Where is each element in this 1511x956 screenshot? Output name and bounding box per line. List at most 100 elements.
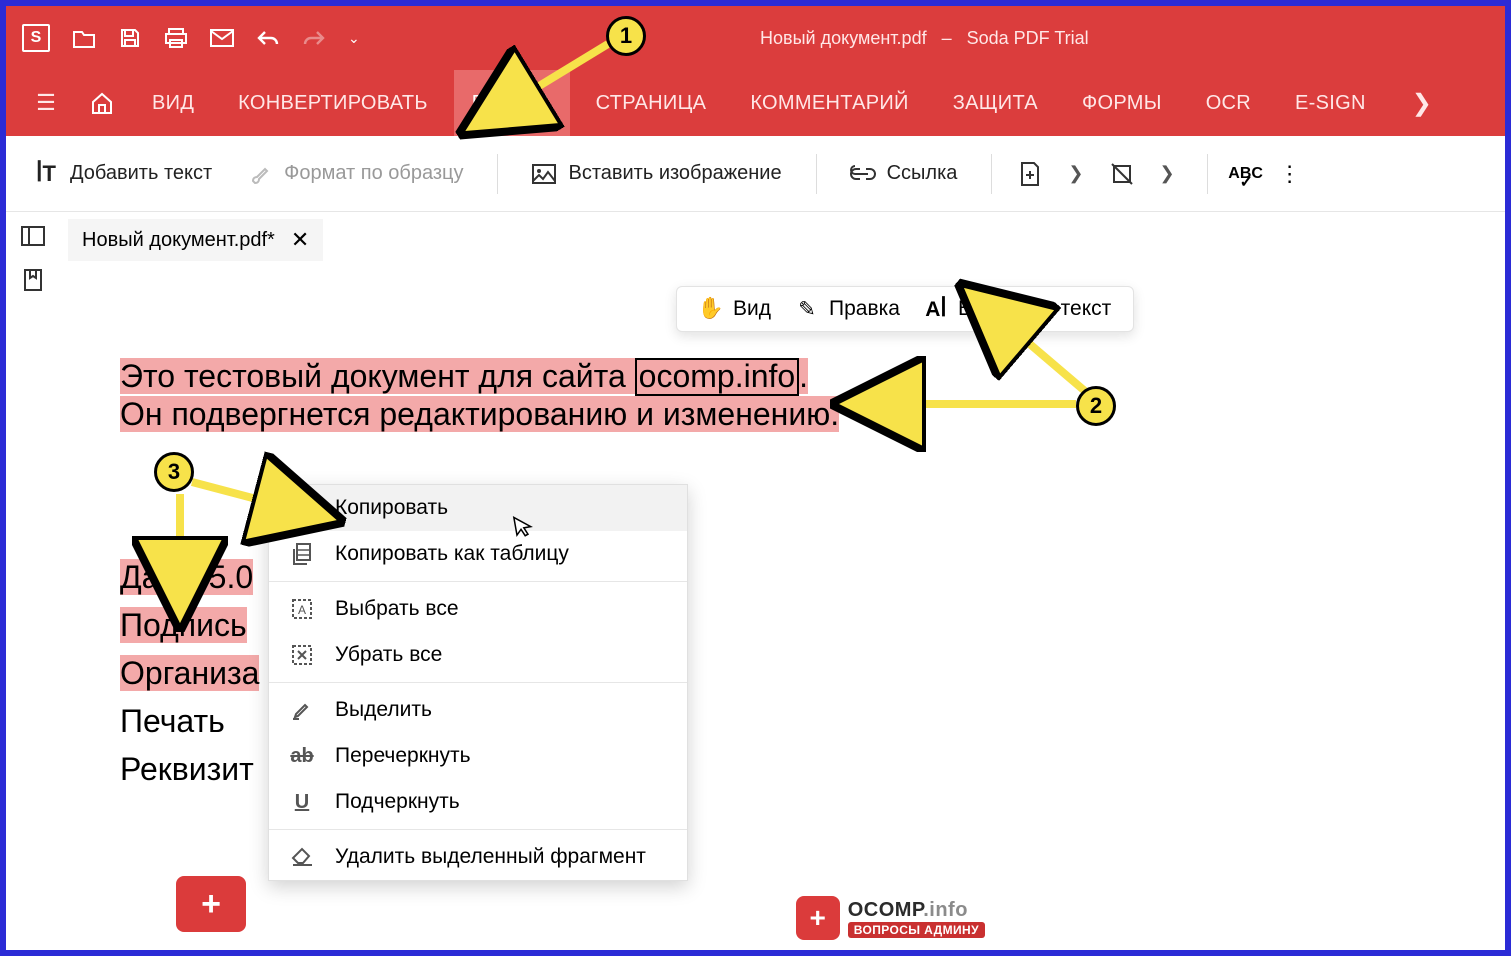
add-text-button[interactable]: ꟾT Добавить текст xyxy=(26,156,220,192)
divider xyxy=(991,154,992,194)
underline-icon: U xyxy=(289,789,315,815)
menu-secure[interactable]: ЗАЩИТА xyxy=(935,70,1056,136)
watermark-icon: + xyxy=(796,896,840,940)
open-icon[interactable] xyxy=(72,26,96,50)
home-icon[interactable] xyxy=(78,79,126,127)
ctx-strike[interactable]: ab Перечеркнуть xyxy=(269,733,687,779)
spellcheck-icon[interactable]: ABC✓ xyxy=(1234,162,1258,186)
text-req[interactable]: Реквизит xyxy=(120,751,254,787)
float-view-label: Вид xyxy=(733,297,771,321)
chevron-right-icon[interactable]: ❯ xyxy=(1062,163,1089,184)
float-view-button[interactable]: ✋ Вид xyxy=(699,297,771,321)
float-select-label: Выделить текст xyxy=(958,297,1111,321)
text-print[interactable]: Печать xyxy=(120,703,225,739)
insert-image-label: Вставить изображение xyxy=(568,162,781,185)
ctx-copy[interactable]: Копировать xyxy=(269,485,687,531)
ctx-underline-label: Подчеркнуть xyxy=(335,790,460,814)
bookmark-icon[interactable] xyxy=(21,268,45,292)
wm-brand-b: .info xyxy=(923,899,968,921)
link-button[interactable]: Ссылка xyxy=(843,156,966,192)
ctx-highlight-label: Выделить xyxy=(335,698,432,722)
titlebar-more-icon[interactable]: ⌄ xyxy=(348,30,360,47)
highlight-icon xyxy=(289,697,315,723)
select-all-icon: A xyxy=(289,596,315,622)
format-painter-label: Формат по образцу xyxy=(284,162,463,185)
print-icon[interactable] xyxy=(164,26,188,50)
add-page-icon[interactable] xyxy=(1018,162,1042,186)
ctx-separator xyxy=(269,682,687,683)
float-edit-label: Правка xyxy=(829,297,900,321)
ctx-copy-label: Копировать xyxy=(335,496,448,520)
menu-comment[interactable]: КОММЕНТАРИЙ xyxy=(732,70,926,136)
text-line-1b[interactable]: . xyxy=(799,358,808,394)
text-cursor-icon: ꟾT xyxy=(34,162,58,186)
brush-icon xyxy=(248,162,272,186)
ctx-delete-fragment[interactable]: Удалить выделенный фрагмент xyxy=(269,834,687,880)
float-edit-button[interactable]: ✎ Правка xyxy=(795,297,900,321)
app-logo: S xyxy=(22,24,50,52)
copy-icon xyxy=(289,495,315,521)
link-icon xyxy=(851,162,875,186)
link-text[interactable]: ocomp.info xyxy=(635,358,800,396)
title-app: Soda PDF Trial xyxy=(967,28,1089,48)
text-sign[interactable]: Подпись xyxy=(120,607,247,643)
ctx-copy-table[interactable]: Копировать как таблицу xyxy=(269,531,687,577)
menu-ocr[interactable]: OCR xyxy=(1188,70,1269,136)
crop-icon[interactable] xyxy=(1110,162,1134,186)
ctx-highlight[interactable]: Выделить xyxy=(269,687,687,733)
arrow-1 xyxy=(508,36,618,116)
arrow-2b xyxy=(896,394,1086,414)
ctx-select-all-label: Выбрать все xyxy=(335,597,459,621)
chevron-right-icon[interactable]: ❯ xyxy=(1154,163,1181,184)
watermark: + OCOMP.info ВОПРОСЫ АДМИНУ xyxy=(796,896,985,940)
text-org[interactable]: Организа xyxy=(120,655,259,691)
insert-image-button[interactable]: Вставить изображение xyxy=(524,156,789,192)
titlebar: S ⌄ Новый документ.pdf – Soda PDF Trial xyxy=(6,6,1505,70)
callout-2: 2 xyxy=(1076,386,1116,426)
app-badge: + xyxy=(176,876,246,932)
divider xyxy=(1207,154,1208,194)
float-select-text-button[interactable]: Aꟾ Выделить текст xyxy=(924,297,1111,321)
add-text-label: Добавить текст xyxy=(70,162,212,185)
hand-icon: ✋ xyxy=(699,297,723,321)
menubar: ☰ ВИД КОНВЕРТИРОВАТЬ ПРАВКА СТРАНИЦА КОМ… xyxy=(6,70,1505,136)
menu-convert[interactable]: КОНВЕРТИРОВАТЬ xyxy=(220,70,446,136)
menu-view[interactable]: ВИД xyxy=(134,70,212,136)
redo-icon xyxy=(302,26,326,50)
title-sep: – xyxy=(942,28,952,48)
arrow-3b xyxy=(164,488,204,568)
deselect-all-icon xyxy=(289,642,315,668)
ctx-separator xyxy=(269,829,687,830)
text-select-icon: Aꟾ xyxy=(924,297,948,321)
ctx-strike-label: Перечеркнуть xyxy=(335,744,471,768)
menu-forms[interactable]: ФОРМЫ xyxy=(1064,70,1180,136)
ctx-copy-table-label: Копировать как таблицу xyxy=(335,542,569,566)
callout-1: 1 xyxy=(606,16,646,56)
undo-icon[interactable] xyxy=(256,26,280,50)
title-file: Новый документ.pdf xyxy=(760,28,927,48)
document-tab[interactable]: Новый документ.pdf* ✕ xyxy=(68,219,323,261)
text-line-2[interactable]: Он подвергнется редактированию и изменен… xyxy=(120,396,839,432)
ctx-select-all[interactable]: A Выбрать все xyxy=(269,586,687,632)
mail-icon[interactable] xyxy=(210,26,234,50)
save-icon[interactable] xyxy=(118,26,142,50)
more-icon[interactable]: ⋮ xyxy=(1278,162,1302,186)
tab-label: Новый документ.pdf* xyxy=(82,229,275,252)
side-rail xyxy=(6,212,60,292)
context-menu: Копировать Копировать как таблицу A Выбр… xyxy=(268,484,688,881)
hamburger-icon[interactable]: ☰ xyxy=(22,79,70,127)
close-tab-icon[interactable]: ✕ xyxy=(291,227,309,253)
edit-toolbar: ꟾT Добавить текст Формат по образцу Вста… xyxy=(6,136,1505,212)
menu-overflow-icon[interactable]: ❯ xyxy=(1400,81,1444,126)
copy-table-icon xyxy=(289,541,315,567)
wm-brand-a: OCOMP xyxy=(848,899,923,921)
text-line-1a[interactable]: Это тестовый документ для сайта xyxy=(120,358,635,394)
link-label: Ссылка xyxy=(887,162,958,185)
divider xyxy=(816,154,817,194)
ctx-underline[interactable]: U Подчеркнуть xyxy=(269,779,687,825)
strike-icon: ab xyxy=(289,743,315,769)
panel-icon[interactable] xyxy=(21,224,45,248)
ctx-deselect-all[interactable]: Убрать все xyxy=(269,632,687,678)
menu-esign[interactable]: E-SIGN xyxy=(1277,70,1384,136)
wm-sub: ВОПРОСЫ АДМИНУ xyxy=(848,922,985,938)
